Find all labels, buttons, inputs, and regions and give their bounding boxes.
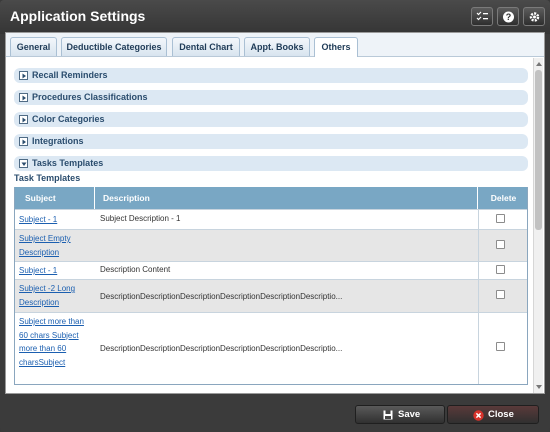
subject-link[interactable]: Subject Empty Description <box>19 232 91 259</box>
save-icon <box>383 410 393 420</box>
scroll-down-icon <box>536 385 542 389</box>
expand-icon[interactable] <box>19 71 28 80</box>
tab-dental-chart[interactable]: Dental Chart <box>172 37 240 56</box>
delete-checkbox[interactable] <box>496 240 505 249</box>
section-integrations[interactable]: Integrations <box>14 134 528 149</box>
table-row: Subject - 1 Subject Description - 1 <box>15 209 527 229</box>
save-label: Save <box>398 409 421 420</box>
table-row: Subject - 1 Description Content <box>15 261 527 279</box>
section-label: Color Categories <box>32 114 105 124</box>
tab-general[interactable]: General <box>10 37 57 56</box>
description-cell: Subject Description - 1 <box>100 214 181 223</box>
subject-link[interactable]: Subject - 1 <box>19 213 91 227</box>
table-row: Subject more than 60 chars Subject more … <box>15 312 527 384</box>
expand-icon[interactable] <box>19 137 28 146</box>
section-label: Tasks Templates <box>32 158 104 168</box>
window-title: Application Settings <box>10 8 146 24</box>
section-label: Recall Reminders <box>32 70 108 80</box>
tab-bar: General Deductible Categories Dental Cha… <box>6 33 544 57</box>
table-row: Subject -2 Long Description DescriptionD… <box>15 279 527 312</box>
tab-appt-books[interactable]: Appt. Books <box>244 37 310 56</box>
delete-checkbox[interactable] <box>496 265 505 274</box>
subject-link[interactable]: Subject - 1 <box>19 264 91 278</box>
section-procedures-classifications[interactable]: Procedures Classifications <box>14 90 528 105</box>
column-header-delete: Delete <box>490 193 517 203</box>
dialog-footer: Save Close <box>0 398 550 432</box>
settings-button[interactable] <box>523 7 545 26</box>
table-header: Subject Description Delete <box>15 187 527 209</box>
close-button[interactable]: Close <box>447 405 539 424</box>
section-recall-reminders[interactable]: Recall Reminders <box>14 68 528 83</box>
expand-icon[interactable] <box>19 115 28 124</box>
task-templates-table: Subject Description Delete Subject - 1 S… <box>14 187 528 385</box>
subject-link[interactable]: Subject more than 60 chars Subject more … <box>19 315 91 369</box>
checklist-icon <box>476 11 488 21</box>
save-button[interactable]: Save <box>355 405 445 424</box>
table-row: Subject Empty Description <box>15 229 527 261</box>
tab-deductible-categories[interactable]: Deductible Categories <box>61 37 167 56</box>
expand-icon[interactable] <box>19 93 28 102</box>
gear-icon <box>529 12 540 22</box>
close-icon <box>473 410 484 421</box>
description-cell: Description Content <box>100 265 171 274</box>
column-header-description[interactable]: Description <box>95 187 478 209</box>
task-templates-title: Task Templates <box>14 173 81 183</box>
column-header-subject[interactable]: Subject <box>15 187 95 209</box>
subject-link[interactable]: Subject -2 Long Description <box>19 282 91 309</box>
help-icon: ? <box>503 11 514 23</box>
checklist-button[interactable] <box>471 7 493 26</box>
vertical-scrollbar[interactable] <box>533 58 543 393</box>
help-button[interactable]: ? <box>497 7 519 26</box>
delete-checkbox[interactable] <box>496 214 505 223</box>
section-color-categories[interactable]: Color Categories <box>14 112 528 127</box>
description-cell: DescriptionDescriptionDescriptionDescrip… <box>100 344 343 353</box>
description-cell: DescriptionDescriptionDescriptionDescrip… <box>100 292 343 301</box>
delete-checkbox[interactable] <box>496 290 505 299</box>
delete-checkbox[interactable] <box>496 342 505 351</box>
tab-others[interactable]: Others <box>314 37 358 57</box>
others-tab-content: Recall Reminders Procedures Classificati… <box>6 58 544 393</box>
section-label: Integrations <box>32 136 84 146</box>
app-settings-window: Application Settings ? General Deductibl… <box>0 0 550 432</box>
scrollbar-thumb[interactable] <box>535 70 542 230</box>
title-bar: Application Settings ? <box>0 0 550 34</box>
close-label: Close <box>488 409 514 420</box>
scroll-up-icon <box>536 62 542 66</box>
collapse-icon[interactable] <box>19 159 28 168</box>
settings-panel: General Deductible Categories Dental Cha… <box>5 32 545 394</box>
section-tasks-templates[interactable]: Tasks Templates <box>14 156 528 171</box>
section-label: Procedures Classifications <box>32 92 148 102</box>
svg-text:?: ? <box>506 12 512 22</box>
